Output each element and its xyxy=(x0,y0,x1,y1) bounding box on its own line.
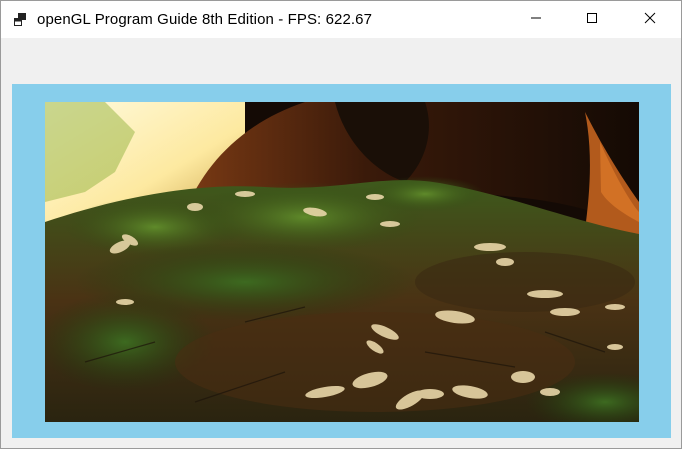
maximize-button[interactable] xyxy=(569,1,615,38)
textured-quad xyxy=(45,102,639,422)
minimize-button[interactable] xyxy=(513,1,559,38)
close-icon xyxy=(644,11,656,29)
title-bar[interactable]: openGL Program Guide 8th Edition - FPS: … xyxy=(1,1,681,38)
opengl-viewport[interactable] xyxy=(12,84,671,438)
app-window: openGL Program Guide 8th Edition - FPS: … xyxy=(0,0,682,449)
window-title: openGL Program Guide 8th Edition - FPS: … xyxy=(37,11,373,28)
maximize-icon xyxy=(586,11,598,29)
windows-app-icon xyxy=(12,12,28,28)
minimize-icon xyxy=(530,11,542,29)
forest-floor-texture xyxy=(45,102,639,422)
client-area xyxy=(1,38,681,448)
close-button[interactable] xyxy=(627,1,673,38)
